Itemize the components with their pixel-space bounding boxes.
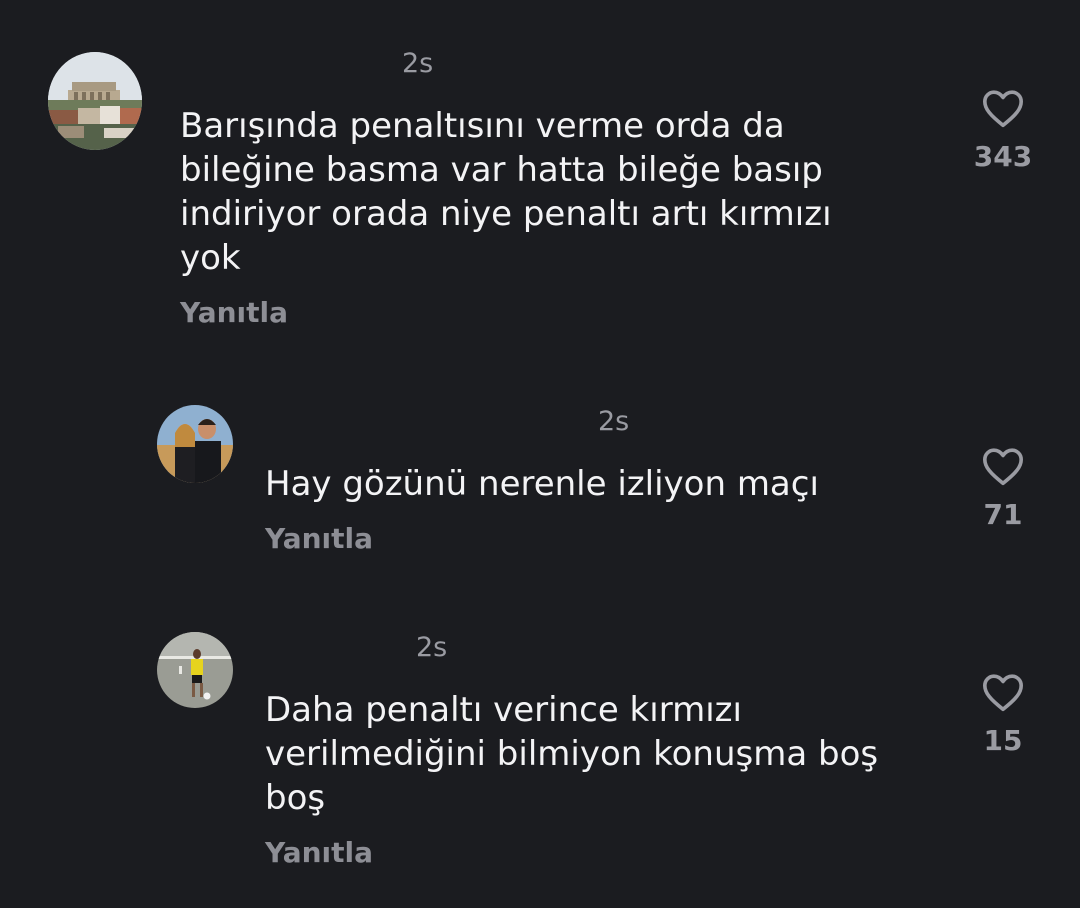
- heart-outline-icon: [982, 90, 1023, 128]
- comment-time: 2s: [402, 48, 434, 79]
- like-button[interactable]: 15: [948, 672, 1058, 758]
- user-avatar[interactable]: [157, 405, 233, 483]
- comment-time: 2s: [598, 406, 630, 437]
- couple-photo-icon: [157, 405, 233, 483]
- like-count: 71: [983, 498, 1023, 531]
- heart-outline-icon: [982, 674, 1023, 712]
- comment-time: 2s: [416, 632, 448, 663]
- comment-text: Barışında penaltısını verme orda da bile…: [180, 106, 832, 278]
- user-avatar[interactable]: [157, 632, 233, 708]
- comment-text: Daha penaltı verince kırmızı verilmediği…: [265, 690, 879, 818]
- heart-outline-icon: [982, 448, 1023, 486]
- like-button[interactable]: 71: [948, 446, 1058, 532]
- reply-button[interactable]: Yanıtla: [180, 296, 288, 330]
- like-count: 15: [983, 724, 1023, 757]
- building-photo-icon: [48, 52, 142, 150]
- user-avatar[interactable]: [48, 52, 142, 150]
- football-player-photo-icon: [157, 632, 233, 708]
- reply-button[interactable]: Yanıtla: [265, 836, 373, 870]
- like-button[interactable]: 343: [948, 88, 1058, 174]
- like-count: 343: [973, 140, 1033, 173]
- reply-button[interactable]: Yanıtla: [265, 522, 373, 556]
- comment-text: Hay gözünü nerenle izliyon maçı: [265, 464, 819, 504]
